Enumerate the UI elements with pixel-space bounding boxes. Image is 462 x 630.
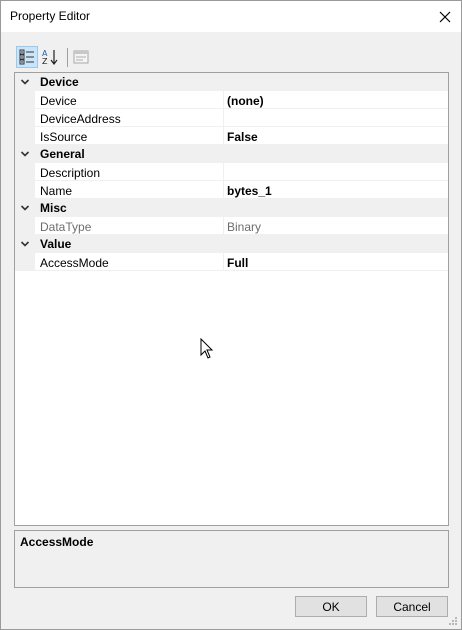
category-row-value[interactable]: Value xyxy=(15,235,448,253)
property-value-cell[interactable] xyxy=(223,253,448,271)
alphabetical-sort-icon: A Z xyxy=(42,49,58,66)
mouse-pointer-icon xyxy=(200,338,214,359)
alphabetical-sort-button[interactable]: A Z xyxy=(39,46,61,68)
category-row-misc[interactable]: Misc xyxy=(15,199,448,217)
categorized-view-icon xyxy=(19,49,34,65)
property-row-description[interactable]: Description xyxy=(15,163,448,181)
row-margin xyxy=(15,181,35,199)
chevron-down-icon[interactable] xyxy=(20,239,30,249)
categorized-view-button[interactable] xyxy=(16,46,38,68)
property-name: DeviceAddress xyxy=(40,112,121,126)
category-row-general[interactable]: General xyxy=(15,145,448,163)
row-margin xyxy=(15,217,35,235)
description-title: AccessMode xyxy=(20,535,94,549)
toolbar-separator xyxy=(67,48,68,67)
property-value[interactable]: bytes_1 xyxy=(227,184,272,198)
svg-text:Z: Z xyxy=(42,57,48,66)
property-row-device[interactable]: Device (none) xyxy=(15,91,448,109)
title-bar[interactable]: Property Editor xyxy=(1,1,461,32)
property-value-cell[interactable] xyxy=(223,163,448,181)
property-value[interactable]: Full xyxy=(227,256,248,270)
category-label: General xyxy=(40,147,85,161)
property-row-issource[interactable]: IsSource False xyxy=(15,127,448,145)
property-editor-window: Property Editor A Z Device Device (none)… xyxy=(0,0,462,630)
property-name: IsSource xyxy=(40,130,88,144)
cancel-button[interactable]: Cancel xyxy=(376,596,448,617)
property-value[interactable]: False xyxy=(227,130,258,144)
chevron-down-icon[interactable] xyxy=(20,77,30,87)
property-grid[interactable]: Device Device (none) DeviceAddress IsSou… xyxy=(14,72,449,526)
row-margin xyxy=(15,127,35,145)
close-button[interactable] xyxy=(429,1,461,32)
resize-grip-icon[interactable] xyxy=(448,616,458,626)
property-pages-icon xyxy=(73,50,89,64)
row-margin xyxy=(15,91,35,109)
property-value[interactable]: (none) xyxy=(227,94,264,108)
row-margin xyxy=(15,163,35,181)
property-value: Binary xyxy=(227,220,262,234)
property-row-datatype[interactable]: DataType Binary xyxy=(15,217,448,235)
row-margin xyxy=(15,109,35,127)
property-value-cell[interactable] xyxy=(223,109,448,127)
ok-button[interactable]: OK xyxy=(295,596,367,617)
property-pages-button[interactable] xyxy=(70,46,92,68)
description-panel: AccessMode xyxy=(14,530,449,588)
window-title: Property Editor xyxy=(10,9,91,23)
property-row-deviceaddress[interactable]: DeviceAddress xyxy=(15,109,448,127)
property-name: Description xyxy=(40,166,101,180)
property-row-name[interactable]: Name bytes_1 xyxy=(15,181,448,199)
property-grid-toolbar: A Z xyxy=(14,46,114,70)
chevron-down-icon[interactable] xyxy=(20,203,30,213)
chevron-down-icon[interactable] xyxy=(20,149,30,159)
category-row-device[interactable]: Device xyxy=(15,73,448,91)
category-label: Value xyxy=(40,237,72,251)
category-label: Device xyxy=(40,75,79,89)
property-name: DataType xyxy=(40,220,92,234)
property-row-accessmode[interactable]: AccessMode Full xyxy=(15,253,448,271)
close-icon xyxy=(439,11,451,22)
property-name: Name xyxy=(40,184,73,198)
property-name: Device xyxy=(40,94,77,108)
row-margin xyxy=(15,253,35,271)
property-name: AccessMode xyxy=(40,256,109,270)
category-label: Misc xyxy=(40,201,67,215)
